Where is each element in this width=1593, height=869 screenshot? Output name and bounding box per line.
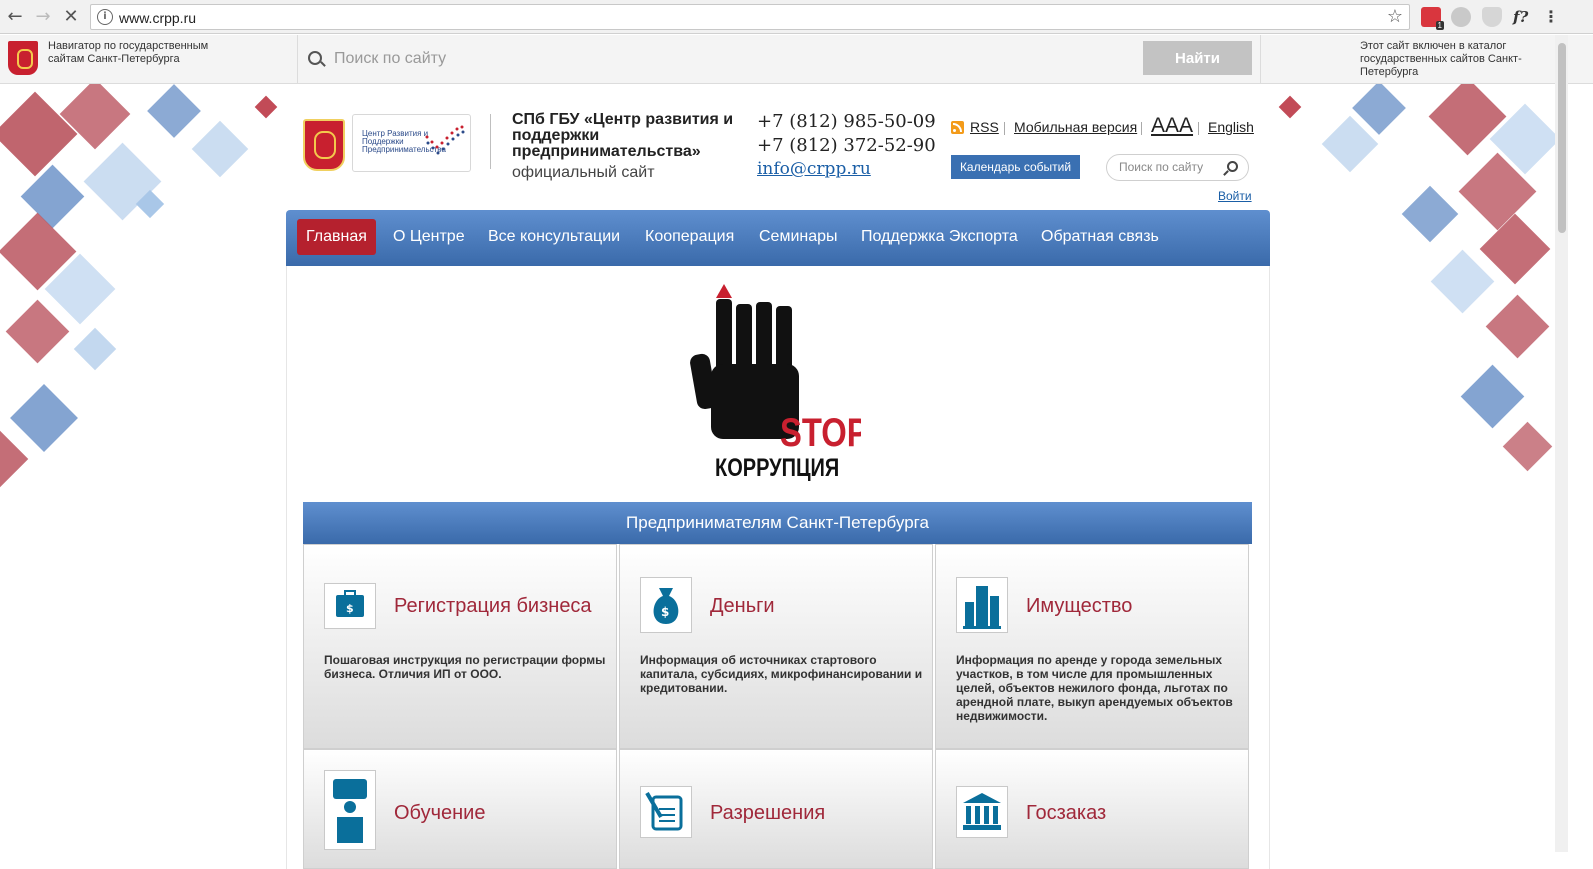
bookmark-star-icon[interactable]: ☆	[1387, 6, 1403, 27]
spb-navigator-bar: Навигатор по государственным сайтам Санк…	[0, 35, 1593, 84]
tile-education[interactable]: Обучение	[303, 749, 617, 869]
events-calendar-button[interactable]: Календарь событий	[951, 155, 1080, 179]
lecturer-icon	[324, 770, 376, 850]
divider	[297, 35, 298, 84]
tile-title[interactable]: Имущество	[1026, 595, 1132, 618]
back-icon[interactable]: ←	[4, 6, 26, 28]
url-text[interactable]: www.crpp.ru	[119, 10, 196, 26]
email-link[interactable]: info@crpp.ru	[757, 159, 871, 179]
stop-text: STOP	[780, 410, 861, 455]
site-info-icon[interactable]: i	[97, 9, 113, 25]
extension-gray-icon[interactable]	[1451, 7, 1471, 27]
nav-item-feedback[interactable]: Обратная связь	[1032, 219, 1168, 255]
checkmark-logo-icon	[425, 125, 465, 155]
bank-icon	[956, 786, 1008, 838]
spb-coat-of-arms-icon[interactable]	[303, 119, 345, 171]
svg-text:$: $	[346, 602, 354, 615]
main-navigation: Главная О Центре Все консультации Коопер…	[286, 210, 1270, 266]
tile-title[interactable]: Деньги	[710, 595, 775, 618]
page-scrollbar[interactable]	[1555, 35, 1568, 852]
buildings-icon	[956, 577, 1008, 633]
rss-icon[interactable]	[951, 121, 964, 134]
svg-text:$: $	[661, 605, 669, 619]
site-search[interactable]	[1106, 154, 1249, 181]
nav-item-consultations[interactable]: Все консультации	[479, 219, 629, 255]
spb-search-input[interactable]	[334, 47, 1124, 71]
section-title: Предпринимателям Санкт-Петербурга	[303, 502, 1252, 544]
crpp-logo-text: Центр Развития и Поддержки Предпринимате…	[362, 129, 446, 154]
nav-item-seminars[interactable]: Семинары	[750, 219, 847, 255]
extension-red-icon[interactable]: 1	[1421, 7, 1444, 30]
tile-property[interactable]: Имущество Информация по аренде у города …	[935, 544, 1249, 749]
stop-loading-icon[interactable]: ✕	[60, 6, 82, 28]
font-size-toggle[interactable]: AAA	[1151, 114, 1193, 138]
crpp-logo[interactable]: Центр Развития и Поддержки Предпринимате…	[352, 114, 471, 172]
organization-name: СПб ГБУ «Центр развития и поддержки пред…	[512, 111, 734, 160]
organization-subtitle: официальный сайт	[512, 164, 655, 181]
tile-description: Пошаговая инструкция по регистрации форм…	[324, 653, 606, 681]
nav-item-export-support[interactable]: Поддержка Экспорта	[852, 219, 1027, 255]
divider	[1198, 122, 1199, 135]
extension-f-icon[interactable]: f?	[1513, 7, 1533, 27]
login-link[interactable]: Войти	[1218, 189, 1252, 203]
search-icon[interactable]	[1227, 161, 1238, 172]
money-bag-icon: $	[640, 577, 692, 633]
nav-item-home[interactable]: Главная	[297, 219, 376, 255]
phone-2: +7 (812) 372-52-90	[757, 135, 936, 156]
divider	[1141, 122, 1142, 135]
extension-badge: 1	[1435, 21, 1444, 30]
find-button[interactable]: Найти	[1143, 41, 1252, 75]
site-search-input[interactable]	[1119, 160, 1219, 174]
catalog-text[interactable]: Этот сайт включен в каталог государствен…	[1360, 40, 1560, 79]
tile-money[interactable]: $ Деньги Информация об источниках старто…	[619, 544, 933, 749]
tile-permits[interactable]: Разрешения	[619, 749, 933, 869]
corruption-text: КОРРУПЦИЯ	[715, 454, 839, 482]
document-pen-icon	[640, 786, 692, 838]
nav-item-cooperation[interactable]: Кооперация	[636, 219, 743, 255]
shield-icon[interactable]	[1482, 7, 1502, 27]
briefcase-icon: $	[324, 583, 376, 629]
scrollbar-thumb[interactable]	[1558, 43, 1566, 233]
stop-corruption-banner[interactable]: STOP КОРРУПЦИЯ	[686, 284, 861, 484]
divider	[1004, 122, 1005, 135]
rss-link[interactable]: RSS	[970, 119, 999, 135]
search-icon	[308, 51, 322, 65]
tile-public-procurement[interactable]: Госзаказ	[935, 749, 1249, 869]
mobile-version-link[interactable]: Мобильная версия	[1014, 119, 1137, 135]
nav-item-about[interactable]: О Центре	[384, 219, 474, 255]
phone-1: +7 (812) 985-50-09	[757, 111, 936, 132]
tile-business-registration[interactable]: $ Регистрация бизнеса Пошаговая инструкц…	[303, 544, 617, 749]
divider	[490, 114, 491, 169]
site-container: Центр Развития и Поддержки Предпринимате…	[286, 84, 1270, 869]
tile-description: Информация по аренде у города земельных …	[956, 653, 1233, 723]
tile-description: Информация об источниках стартового капи…	[640, 653, 923, 695]
forward-icon[interactable]: →	[32, 6, 54, 28]
browser-toolbar: ← → ✕ i www.crpp.ru ☆ 1 f? ⋮	[0, 0, 1593, 34]
english-link[interactable]: English	[1208, 119, 1254, 135]
tile-title[interactable]: Госзаказ	[1026, 802, 1106, 825]
menu-icon[interactable]: ⋮	[1541, 7, 1561, 27]
tile-title[interactable]: Обучение	[394, 802, 485, 825]
navigator-text[interactable]: Навигатор по государственным сайтам Санк…	[48, 40, 228, 66]
address-bar[interactable]: i www.crpp.ru ☆	[90, 4, 1410, 30]
divider	[1260, 35, 1261, 84]
spb-emblem-icon[interactable]	[8, 41, 38, 75]
tile-title[interactable]: Регистрация бизнеса	[394, 595, 592, 618]
tile-title[interactable]: Разрешения	[710, 802, 825, 825]
